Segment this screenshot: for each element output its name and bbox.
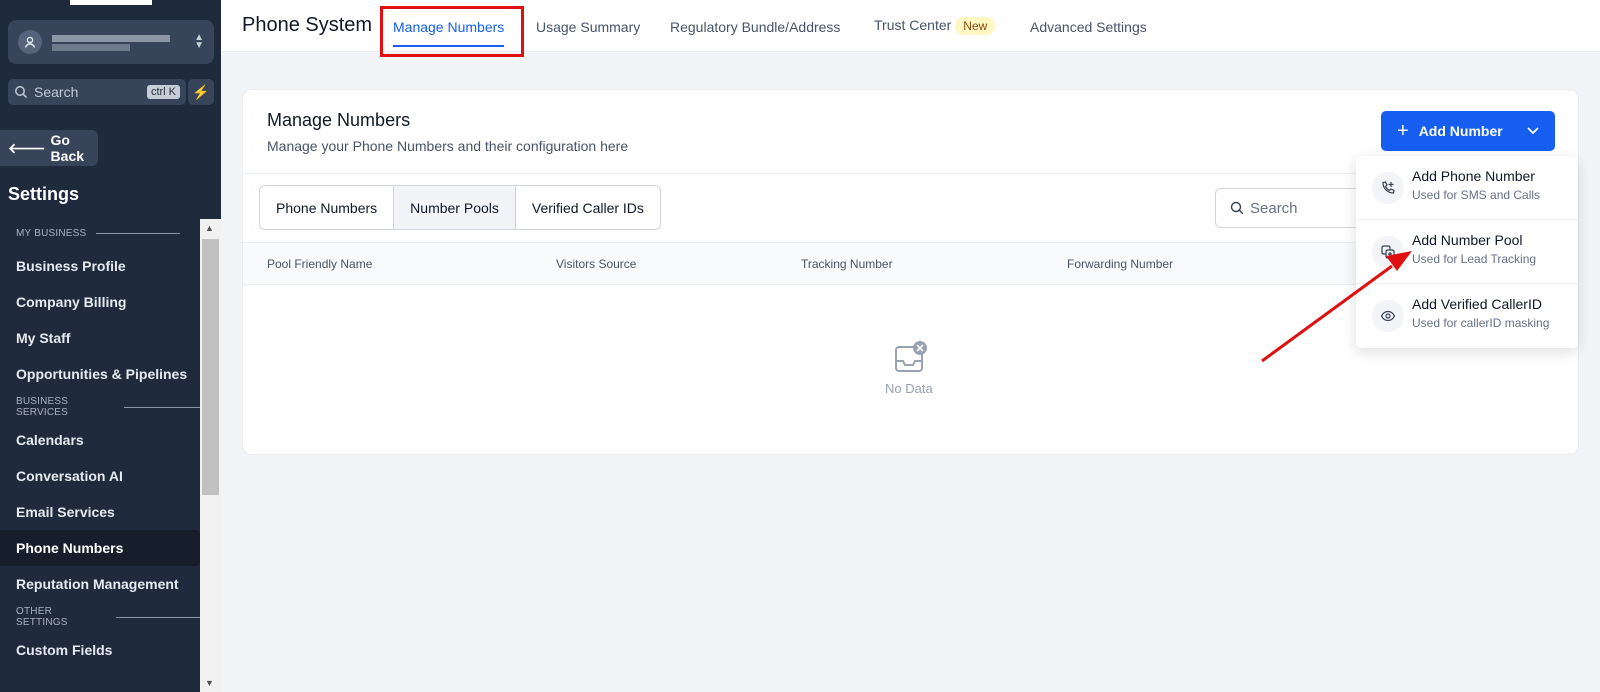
sidebar-search[interactable]: Search ctrl K [8, 79, 186, 105]
logo [70, 0, 152, 5]
column-forwarding-number[interactable]: Forwarding Number [1067, 257, 1173, 271]
section-business-services: BUSINESS SERVICES [0, 392, 200, 422]
go-back-button[interactable]: 🡐 Go Back [0, 130, 98, 166]
sidebar-item-my-staff[interactable]: My Staff [0, 320, 200, 356]
section-my-business: MY BUSINESS [0, 218, 200, 248]
menu-item-label: Add Number Pool [1412, 232, 1523, 248]
menu-item-add-verified-callerid[interactable]: Add Verified CallerID Used for callerID … [1356, 284, 1578, 348]
sidebar-item-opportunities[interactable]: Opportunities & Pipelines [0, 356, 200, 392]
sidebar-item-conversation-ai[interactable]: Conversation AI [0, 458, 200, 494]
go-back-label: Go Back [50, 132, 85, 164]
account-name-redacted [52, 31, 170, 53]
plus-icon: + [1397, 119, 1409, 142]
segment-tabs: Phone Numbers Number Pools Verified Call… [259, 185, 661, 230]
tab-trust-center[interactable]: Trust Center New [874, 17, 996, 35]
arrow-left-icon: 🡐 [8, 139, 46, 156]
sidebar-item-custom-fields[interactable]: Custom Fields [0, 632, 200, 668]
sidebar-item-email-services[interactable]: Email Services [0, 494, 200, 530]
tab-regulatory-bundle[interactable]: Regulatory Bundle/Address [670, 19, 840, 35]
search-placeholder: Search [1250, 199, 1298, 217]
search-input[interactable]: Search [1215, 188, 1375, 228]
scroll-down-icon[interactable]: ▼ [205, 678, 214, 688]
user-icon [18, 30, 42, 54]
sidebar-scrollbar[interactable]: ▲ ▼ [200, 219, 221, 692]
annotation-highlight-box [380, 6, 524, 57]
scroll-up-icon[interactable]: ▲ [205, 223, 214, 233]
menu-item-description: Used for SMS and Calls [1412, 188, 1541, 202]
search-icon [1230, 201, 1244, 215]
sidebar-item-calendars[interactable]: Calendars [0, 422, 200, 458]
sidebar-item-company-billing[interactable]: Company Billing [0, 284, 200, 320]
column-tracking-number[interactable]: Tracking Number [801, 257, 893, 271]
settings-nav: MY BUSINESS Business Profile Company Bil… [0, 218, 200, 668]
menu-item-add-number-pool[interactable]: Add Number Pool Used for Lead Tracking [1356, 220, 1578, 284]
empty-state-text: No Data [885, 381, 933, 396]
lightning-icon[interactable]: ⚡ [188, 79, 214, 105]
tab-advanced-settings[interactable]: Advanced Settings [1030, 19, 1147, 35]
column-visitors-source[interactable]: Visitors Source [556, 257, 636, 271]
empty-inbox-icon [895, 341, 927, 372]
column-pool-friendly-name[interactable]: Pool Friendly Name [267, 257, 372, 271]
sidebar-search-placeholder: Search [34, 84, 79, 100]
tab-usage-summary[interactable]: Usage Summary [536, 19, 640, 35]
section-other-settings: OTHER SETTINGS [0, 602, 200, 632]
segment-verified-caller-ids[interactable]: Verified Caller IDs [516, 186, 660, 229]
add-number-button[interactable]: + Add Number [1381, 111, 1555, 151]
search-icon [15, 86, 28, 99]
menu-item-label: Add Phone Number [1412, 168, 1535, 184]
chevron-down-icon [1527, 127, 1539, 135]
chevron-updown-icon: ▲ ▼ [194, 32, 204, 51]
card-title: Manage Numbers [267, 110, 411, 130]
page-title: Phone System [242, 14, 373, 36]
add-number-label: Add Number [1418, 123, 1503, 139]
settings-title: Settings [8, 184, 80, 204]
eye-icon [1372, 300, 1404, 332]
sidebar-item-phone-numbers[interactable]: Phone Numbers [0, 530, 200, 566]
sidebar-item-business-profile[interactable]: Business Profile [0, 248, 200, 284]
sidebar: ▲ ▼ Search ctrl K ⚡ 🡐 Go Back Settings MY… [0, 0, 221, 692]
menu-item-add-phone-number[interactable]: Add Phone Number Used for SMS and Calls [1356, 156, 1578, 220]
account-switcher[interactable]: ▲ ▼ [8, 20, 214, 64]
copy-plus-icon [1372, 236, 1404, 268]
phone-plus-icon [1372, 172, 1404, 204]
new-badge: New [955, 17, 996, 35]
segment-number-pools[interactable]: Number Pools [394, 186, 516, 229]
sidebar-item-reputation[interactable]: Reputation Management [0, 566, 200, 602]
add-number-dropdown: Add Phone Number Used for SMS and Calls … [1356, 156, 1578, 348]
menu-item-label: Add Verified CallerID [1412, 296, 1542, 312]
menu-item-description: Used for callerID masking [1412, 316, 1550, 330]
search-shortcut: ctrl K [146, 85, 180, 99]
menu-item-description: Used for Lead Tracking [1412, 252, 1537, 266]
tab-trust-center-label: Trust Center [874, 17, 952, 33]
scrollbar-thumb[interactable] [202, 239, 219, 495]
segment-phone-numbers[interactable]: Phone Numbers [260, 186, 395, 229]
card-subtitle: Manage your Phone Numbers and their conf… [267, 138, 629, 154]
